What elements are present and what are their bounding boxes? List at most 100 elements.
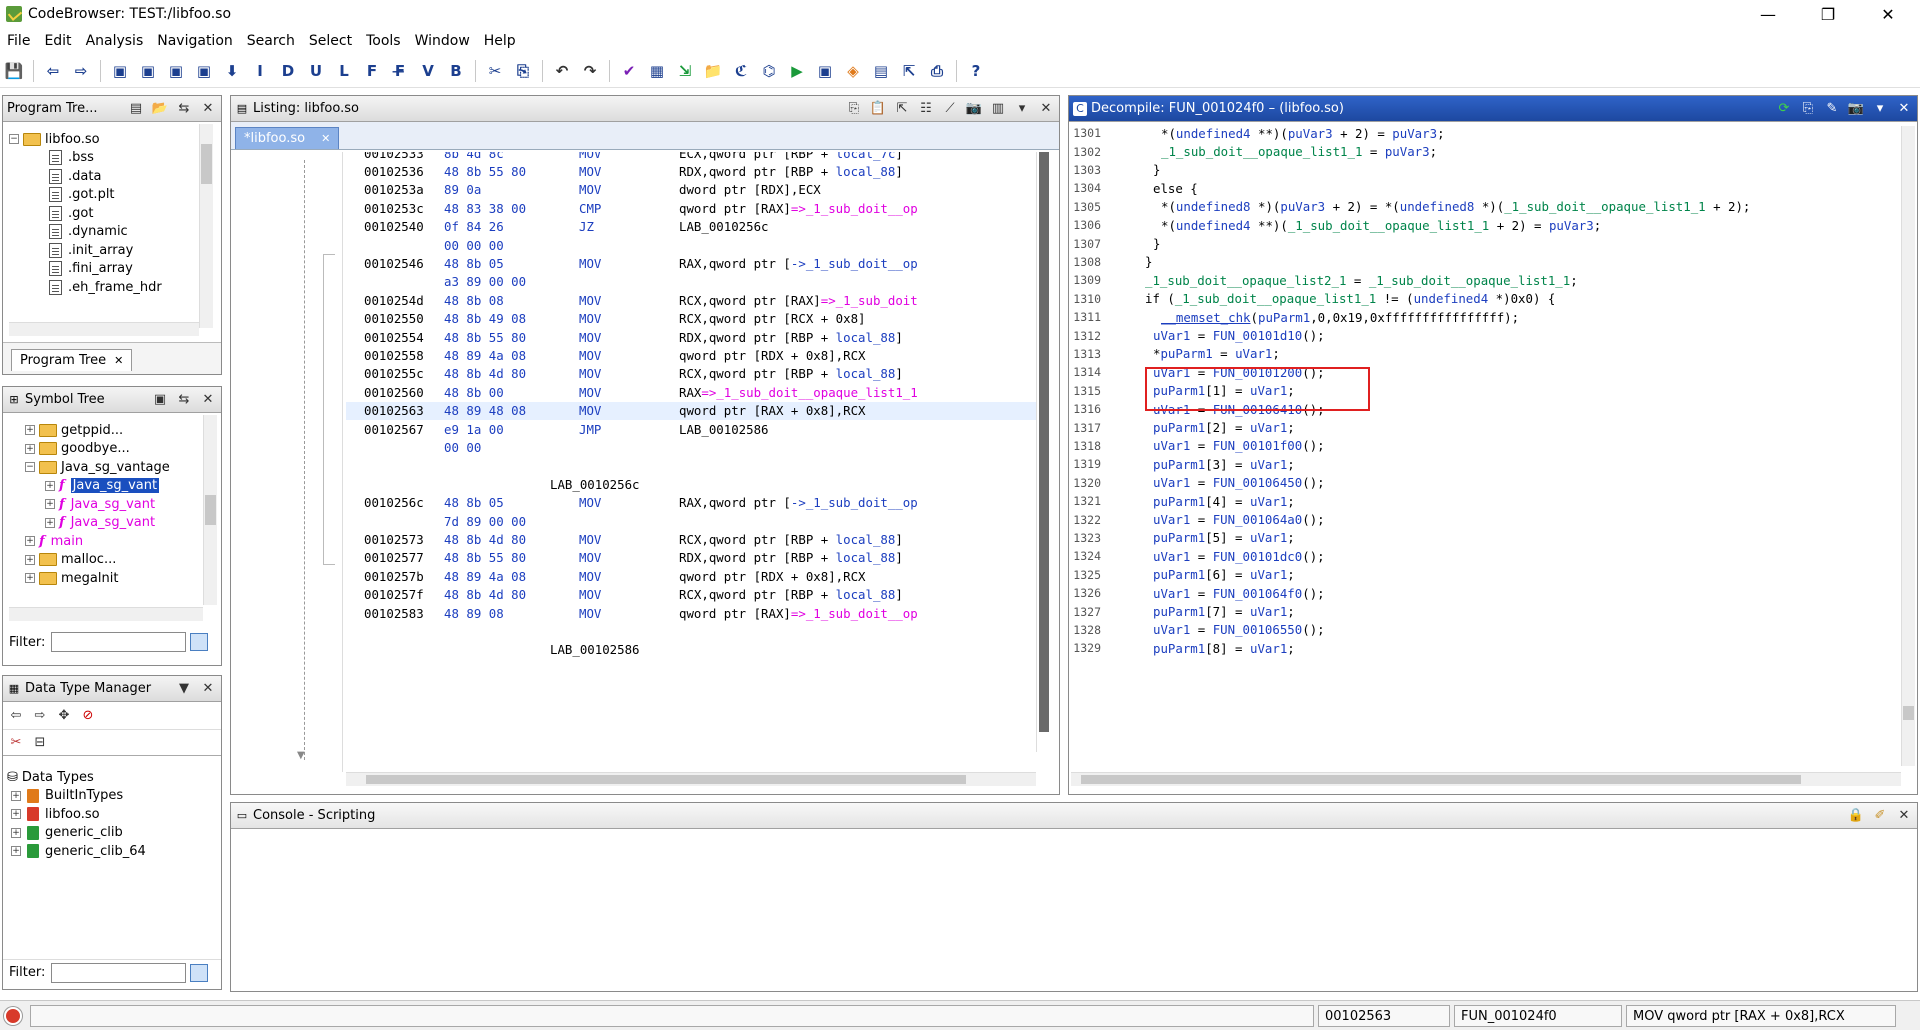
listing-row[interactable]: 0010254d 48 8b 08 MOV RCX,qword ptr [RAX]=>…: [346, 291, 1036, 309]
tab-libfoo[interactable]: *libfoo.so ✕: [235, 127, 340, 149]
listing-address[interactable]: 0010256c: [364, 495, 444, 510]
listing-address[interactable]: 00102567: [364, 422, 444, 437]
decompile-line[interactable]: 1322 uVar1 = FUN_001064a0();: [1071, 510, 1324, 528]
dropdown-menu-icon[interactable]: ▾: [1013, 99, 1031, 117]
menu-navigation[interactable]: Navigation: [150, 33, 240, 49]
listing-row[interactable]: 0010253a 89 0a MOV dword ptr [RDX],ECX: [346, 181, 1036, 199]
refresh-icon[interactable]: ⟳: [1775, 99, 1793, 117]
menu-file[interactable]: File: [0, 33, 37, 49]
edit-icon[interactable]: ✎: [1823, 99, 1841, 117]
export-icon[interactable]: ⇱: [898, 60, 920, 82]
data-type-archive[interactable]: + generic_clib_64: [7, 842, 207, 861]
symbol-tree-vscroll[interactable]: [203, 415, 217, 605]
listing-row[interactable]: [346, 622, 1036, 640]
symbol-tree-item[interactable]: + getppid...: [9, 421, 205, 440]
decompile-line[interactable]: 1323 puParm1[5] = uVar1;: [1071, 529, 1295, 547]
close-panel-icon[interactable]: ✕: [1895, 806, 1913, 824]
listing-mnemonic[interactable]: CMP: [579, 201, 679, 216]
listing-row[interactable]: 0010257f 48 8b 4d 80 MOV RCX,qword ptr [RBP…: [346, 586, 1036, 604]
listing-label[interactable]: LAB_0010256c: [550, 477, 640, 492]
next-label-icon[interactable]: ▣: [165, 60, 187, 82]
listing-mnemonic[interactable]: MOV: [579, 495, 679, 510]
next-undefined-icon[interactable]: ▣: [137, 60, 159, 82]
code-text[interactable]: uVar1 = FUN_00101f00();: [1153, 438, 1325, 453]
program-tree-vscroll[interactable]: [199, 124, 213, 328]
paste-icon[interactable]: ⎘: [512, 60, 534, 82]
listing-operands[interactable]: LAB_00102586: [679, 422, 769, 437]
graph-icon[interactable]: ℭ: [730, 60, 752, 82]
expand-toggle-icon[interactable]: −: [25, 462, 35, 473]
code-text[interactable]: __memset_chk(puParm1,0,0x19,0xffffffffff…: [1161, 310, 1519, 325]
listing-row[interactable]: 00102577 48 8b 55 80 MOV RDX,qword ptr [RBP…: [346, 549, 1036, 567]
diamond-icon[interactable]: ◈: [842, 60, 864, 82]
listing-mnemonic[interactable]: MOV: [579, 256, 679, 271]
listing-row[interactable]: 0010253c 48 83 38 00 CMP qword ptr [RAX]=>_…: [346, 199, 1036, 217]
listing-operands[interactable]: RCX,qword ptr [RBP + local_88]: [679, 587, 903, 602]
decompile-vscroll[interactable]: [1901, 126, 1915, 766]
next-data-icon[interactable]: ▣: [109, 60, 131, 82]
run-icon[interactable]: ▶: [786, 60, 808, 82]
tab-program-tree[interactable]: Program Tree ✕: [11, 349, 133, 371]
program-tree-root[interactable]: − libfoo.so: [9, 130, 209, 149]
listing-operands[interactable]: LAB_0010256c: [679, 219, 769, 234]
code-text[interactable]: uVar1 = FUN_00106550();: [1153, 622, 1325, 637]
minimize-button[interactable]: —: [1740, 0, 1796, 28]
decompile-line[interactable]: 1313 *puParm1 = uVar1;: [1071, 345, 1280, 363]
symbol-tree-hscroll[interactable]: [9, 607, 203, 621]
decompile-line[interactable]: 1307}: [1071, 234, 1160, 252]
code-text[interactable]: if (_1_sub_doit__opaque_list1_1 != (unde…: [1145, 291, 1555, 306]
listing-mnemonic[interactable]: MOV: [579, 587, 679, 602]
listing-mnemonic[interactable]: MOV: [579, 311, 679, 326]
copy-icon[interactable]: ⎘: [1799, 99, 1817, 117]
maximize-button[interactable]: ❐: [1800, 0, 1856, 28]
expand-toggle-icon[interactable]: +: [11, 790, 21, 801]
listing-operands[interactable]: RCX,qword ptr [RBP + local_88]: [679, 366, 903, 381]
bookmark-B-icon[interactable]: B: [445, 60, 467, 82]
menu-window[interactable]: Window: [408, 33, 477, 49]
listing-mnemonic[interactable]: MOV: [579, 385, 679, 400]
expand-toggle-icon[interactable]: +: [45, 499, 55, 510]
tree-icon[interactable]: ⌬: [758, 60, 780, 82]
listing-address[interactable]: 00102550: [364, 311, 444, 326]
code-text[interactable]: *(undefined4 **)(puVar3 + 2) = puVar3;: [1161, 126, 1445, 141]
listing-row[interactable]: 0010257b 48 89 4a 08 MOV qword ptr [RDX + 0…: [346, 567, 1036, 585]
symbol-tree-item[interactable]: − Java_sg_vantage: [9, 458, 205, 477]
expand-toggle-icon[interactable]: +: [45, 517, 55, 528]
listing-address[interactable]: 00102536: [364, 164, 444, 179]
listing-operands[interactable]: RAX,qword ptr [->_1_sub_doit__op: [679, 256, 918, 271]
symbol-tree-item[interactable]: + malloc...: [9, 551, 205, 570]
code-text[interactable]: puParm1[5] = uVar1;: [1153, 530, 1295, 545]
function-F-icon[interactable]: F: [361, 60, 383, 82]
folder-icon[interactable]: 📁: [702, 60, 724, 82]
program-tree-item[interactable]: .bss: [9, 149, 209, 168]
dropdown-menu-icon[interactable]: ▾: [1871, 99, 1889, 117]
decompile-line[interactable]: 1301 *(undefined4 **)(puVar3 + 2) = puVar…: [1071, 126, 1445, 142]
decompile-hscroll[interactable]: [1071, 772, 1901, 786]
listing-row[interactable]: LAB_0010256c: [346, 475, 1036, 493]
listing-mnemonic[interactable]: MOV: [579, 532, 679, 547]
copy-icon[interactable]: ⎘: [845, 99, 863, 117]
listing-operands[interactable]: RCX,qword ptr [RBP + local_88]: [679, 532, 903, 547]
listing-address[interactable]: 0010255c: [364, 366, 444, 381]
error-status-icon[interactable]: [4, 1007, 22, 1025]
symbol-tree-options-icon[interactable]: ▣: [151, 390, 169, 408]
listing-operands[interactable]: RDX,qword ptr [RBP + local_88]: [679, 550, 903, 565]
symbol-tree-item[interactable]: + f Java_sg_vant: [9, 495, 205, 514]
decompile-line[interactable]: 1304 else {: [1071, 179, 1197, 197]
layout-icon[interactable]: ▥: [989, 99, 1007, 117]
data-type-archive[interactable]: + BuiltInTypes: [7, 787, 207, 806]
navigate-icon[interactable]: ⇆: [175, 99, 193, 117]
back-icon[interactable]: ⇦: [7, 707, 25, 725]
decompile-line[interactable]: 1306 *(undefined4 **)(_1_sub_doit__opaque…: [1071, 216, 1601, 234]
redo-icon[interactable]: ↷: [579, 60, 601, 82]
symbol-tree-item[interactable]: + f Java_sg_vant: [9, 477, 205, 496]
expand-toggle-icon[interactable]: +: [11, 809, 21, 820]
clear-icon[interactable]: ✐: [1871, 806, 1889, 824]
code-text[interactable]: puParm1[3] = uVar1;: [1153, 457, 1295, 472]
close-panel-icon[interactable]: ✕: [1037, 99, 1055, 117]
decompile-line[interactable]: 1303}: [1071, 161, 1160, 179]
program-tree-options-icon[interactable]: ▤: [127, 99, 145, 117]
decompile-line[interactable]: 1326 uVar1 = FUN_001064f0();: [1071, 584, 1324, 602]
listing-mnemonic[interactable]: JMP: [579, 422, 679, 437]
listing-address[interactable]: 00102577: [364, 550, 444, 565]
